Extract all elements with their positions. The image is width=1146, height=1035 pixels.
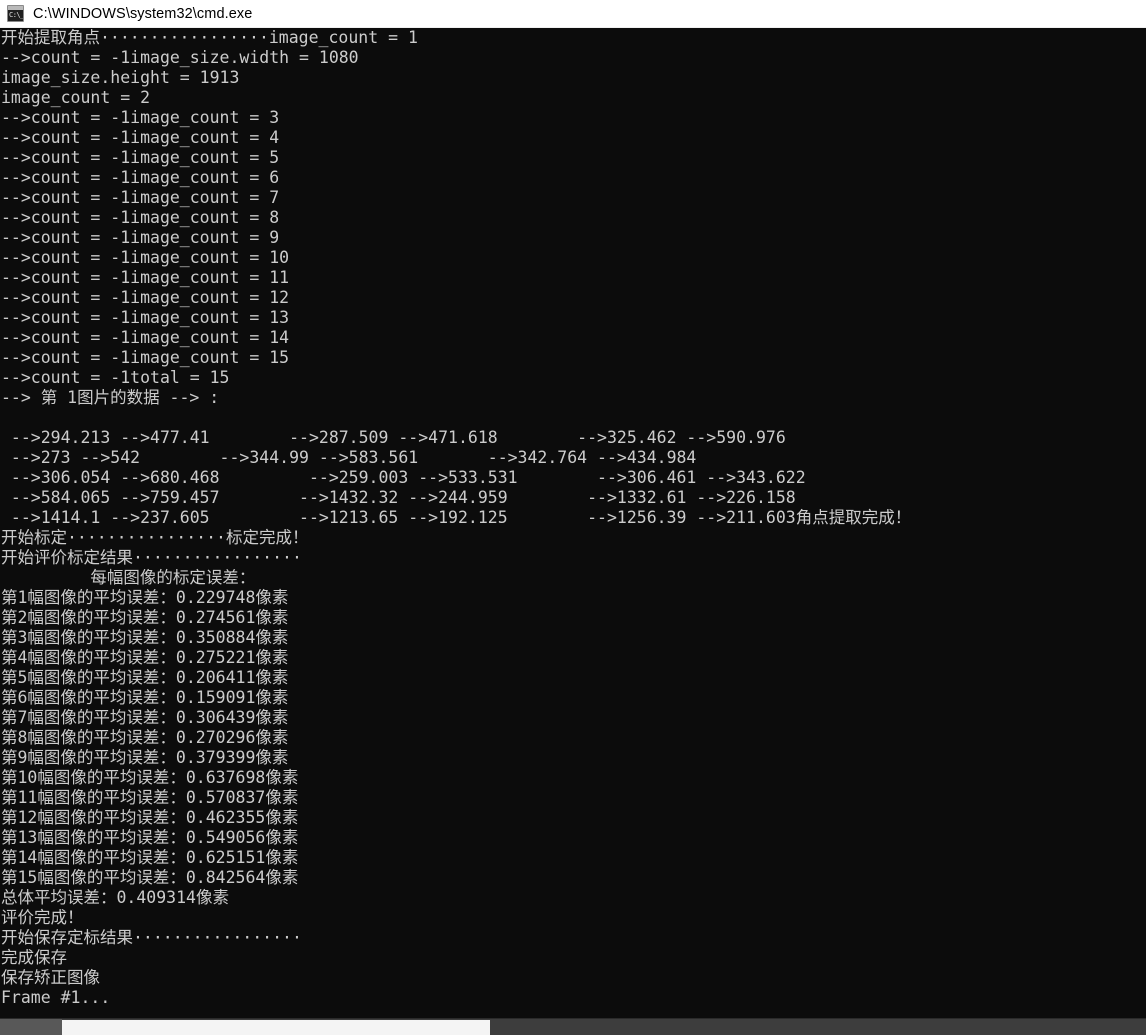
- console-line: 第1幅图像的平均误差：0.229748像素: [1, 588, 289, 607]
- console-line: -->count = -1image_count = 15: [1, 348, 290, 367]
- console-line: 每幅图像的标定误差：: [1, 568, 256, 587]
- console-line: -->count = -1image_count = 13: [1, 308, 290, 327]
- console-line: 第7幅图像的平均误差：0.306439像素: [1, 708, 289, 727]
- console-line: 开始评价标定结果·················: [1, 548, 302, 567]
- cmd-icon-prompt-text: C:\_: [9, 11, 24, 19]
- console-line: 保存矫正图像: [1, 968, 100, 987]
- console-line: 第6幅图像的平均误差：0.159091像素: [1, 688, 289, 707]
- console-line: -->273 -->542 -->344.99 -->583.561 -->34…: [1, 448, 697, 467]
- console-line: Frame #1...: [1, 988, 111, 1007]
- console-line: -->count = -1image_count = 5: [1, 148, 280, 167]
- console-line: 开始保存定标结果·················: [1, 928, 302, 947]
- console-line: -->count = -1image_count = 8: [1, 208, 280, 227]
- cmd-window: C:\_ C:\WINDOWS\system32\cmd.exe 开始提取角点·…: [0, 0, 1146, 1035]
- scrollbar-track-left[interactable]: [0, 1019, 62, 1035]
- console-line: 第4幅图像的平均误差：0.275221像素: [1, 648, 289, 667]
- console-line: -->count = -1image_count = 7: [1, 188, 280, 207]
- console-line: -->count = -1image_count = 10: [1, 248, 290, 267]
- cmd-icon: C:\_: [7, 5, 24, 22]
- console-line: 第15幅图像的平均误差：0.842564像素: [1, 868, 299, 887]
- console-line: -->294.213 -->477.41 -->287.509 -->471.6…: [1, 428, 786, 447]
- console-line: image_size.height = 1913: [1, 68, 240, 87]
- horizontal-scrollbar[interactable]: [0, 1018, 1146, 1035]
- console-line: 完成保存: [1, 948, 67, 967]
- console-line: 第11幅图像的平均误差：0.570837像素: [1, 788, 299, 807]
- console-line: 第14幅图像的平均误差：0.625151像素: [1, 848, 299, 867]
- console-line: -->count = -1image_count = 11: [1, 268, 290, 287]
- scrollbar-thumb[interactable]: [62, 1020, 490, 1035]
- console-line: -->count = -1image_count = 3: [1, 108, 280, 127]
- window-title: C:\WINDOWS\system32\cmd.exe: [33, 5, 253, 22]
- window-titlebar[interactable]: C:\_ C:\WINDOWS\system32\cmd.exe: [0, 0, 1146, 28]
- console-line: 第2幅图像的平均误差：0.274561像素: [1, 608, 289, 627]
- console-line: 评价完成！: [1, 908, 84, 927]
- console-line: 第13幅图像的平均误差：0.549056像素: [1, 828, 299, 847]
- console-line: image_count = 2: [1, 88, 151, 107]
- console-line: 第12幅图像的平均误差：0.462355像素: [1, 808, 299, 827]
- console-line: -->count = -1image_count = 6: [1, 168, 280, 187]
- console-line: 开始标定················标定完成！: [1, 528, 309, 547]
- console-line: -->1414.1 -->237.605 -->1213.65 -->192.1…: [1, 508, 912, 527]
- console-line: -->306.054 -->680.468 -->259.003 -->533.…: [1, 468, 806, 487]
- cmd-icon-titlestrip: [8, 6, 23, 10]
- console-line: -->count = -1image_count = 4: [1, 128, 280, 147]
- console-line: 第9幅图像的平均误差：0.379399像素: [1, 748, 289, 767]
- console-line: 第8幅图像的平均误差：0.270296像素: [1, 728, 289, 747]
- console-line: -->count = -1image_count = 14: [1, 328, 290, 347]
- console-output-area[interactable]: 开始提取角点·················image_count = 1 --…: [0, 28, 1146, 1018]
- console-line: -->count = -1total = 15: [1, 368, 230, 387]
- console-line: -->count = -1image_count = 9: [1, 228, 280, 247]
- console-line: 开始提取角点·················image_count = 1: [1, 28, 418, 47]
- console-line: -->count = -1image_size.width = 1080: [1, 48, 359, 67]
- console-line: 总体平均误差：0.409314像素: [1, 888, 229, 907]
- console-line: 第3幅图像的平均误差：0.350884像素: [1, 628, 289, 647]
- console-line: -->count = -1image_count = 12: [1, 288, 290, 307]
- console-line: -->584.065 -->759.457 -->1432.32 -->244.…: [1, 488, 796, 507]
- console-text-buffer: 开始提取角点·················image_count = 1 --…: [1, 28, 1146, 1008]
- console-line: 第5幅图像的平均误差：0.206411像素: [1, 668, 289, 687]
- console-line: --> 第 1图片的数据 --> :: [1, 388, 220, 407]
- console-line: 第10幅图像的平均误差：0.637698像素: [1, 768, 299, 787]
